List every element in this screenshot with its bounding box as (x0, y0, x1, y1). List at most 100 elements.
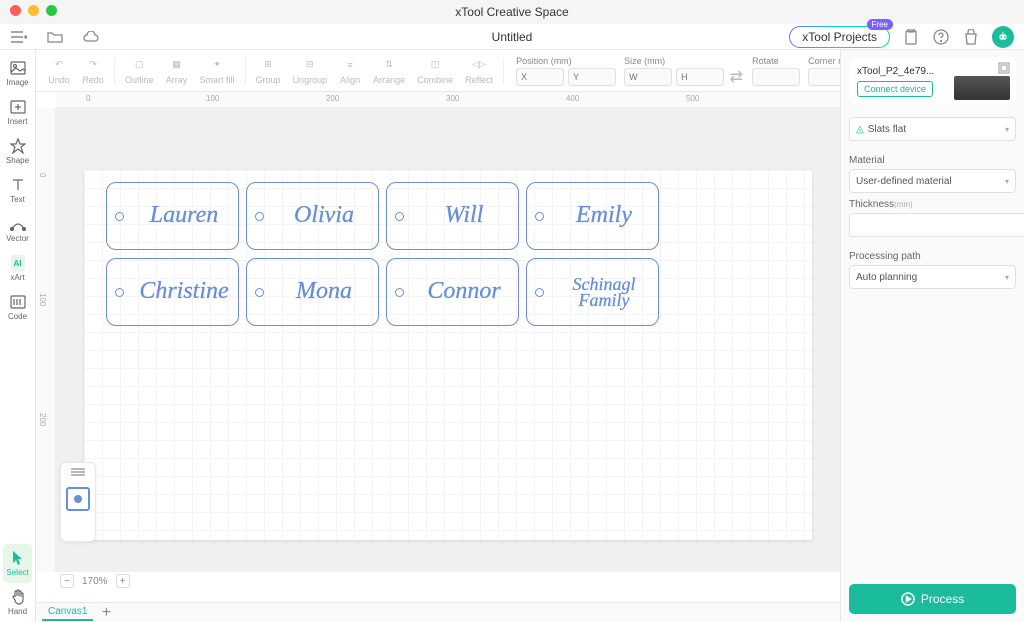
ruler-mark: 500 (686, 94, 699, 103)
clipboard-icon[interactable] (902, 28, 920, 46)
folder-icon[interactable] (46, 28, 64, 46)
ruler-mark: 0 (38, 173, 47, 177)
canvas-tab[interactable]: Canvas1 (42, 604, 93, 621)
user-avatar[interactable] (992, 26, 1014, 48)
shape-icon (10, 138, 26, 154)
sidebar-select[interactable]: Select (3, 544, 32, 583)
sidebar-vector[interactable]: Vector (0, 210, 35, 249)
left-sidebar: Image Insert Shape Text Vector AIxArt Co… (0, 50, 36, 622)
hole-icon (535, 212, 544, 221)
ruler-vertical: 0 100 200 (36, 108, 56, 572)
undo-button[interactable]: ↶Undo (42, 57, 76, 85)
sidebar-image[interactable]: Image (0, 54, 35, 93)
tool-label: Group (256, 75, 281, 85)
material-value: User-defined material (856, 176, 952, 187)
arrange-icon: ⇅ (385, 57, 393, 73)
tool-label: Smart fill (200, 75, 235, 85)
ungroup-icon: ⊟ (306, 57, 314, 73)
group-button[interactable]: ⊞ Group (250, 57, 287, 85)
sidebar-insert[interactable]: Insert (0, 93, 35, 132)
group-icon: ⊞ (264, 57, 272, 73)
size-h-input[interactable] (676, 68, 724, 86)
connect-device-button[interactable]: Connect device (857, 81, 933, 97)
redo-button[interactable]: ↷Redo (76, 57, 110, 85)
sidebar-shape[interactable]: Shape (0, 132, 35, 171)
rotate-input[interactable] (752, 68, 800, 86)
maximize-window-button[interactable] (46, 5, 57, 16)
arrange-button[interactable]: ⇅Arrange (367, 57, 411, 85)
combine-button[interactable]: ◫Combine (411, 57, 459, 85)
tag-object[interactable]: Lauren (106, 182, 239, 250)
processing-select[interactable]: Auto planning ▾ (849, 265, 1016, 289)
canvas[interactable]: Lauren Olivia Will Emily Christine Mona … (84, 170, 812, 540)
combine-icon: ◫ (431, 57, 440, 73)
ruler-mark: 100 (38, 293, 47, 306)
tag-object[interactable]: Emily (526, 182, 659, 250)
sidebar-label: Vector (6, 234, 29, 243)
lock-aspect-icon[interactable]: ⇄ (728, 68, 744, 86)
rotate-label: Rotate (752, 56, 800, 66)
reflect-button[interactable]: ◁▷Reflect (459, 57, 499, 85)
position-x-input[interactable] (516, 68, 564, 86)
zoom-out-button[interactable]: − (60, 574, 74, 588)
add-tab-button[interactable]: + (99, 606, 113, 620)
select-icon (11, 550, 25, 566)
thickness-input[interactable] (849, 213, 1024, 237)
size-group: Size (mm) ⇄ (624, 56, 744, 86)
tool-label: Redo (82, 75, 104, 85)
zoom-level: 170% (82, 576, 108, 587)
position-group: Position (mm) (516, 56, 616, 86)
position-y-input[interactable] (568, 68, 616, 86)
material-select[interactable]: User-defined material ▾ (849, 169, 1016, 193)
bed-type-value: Slats flat (868, 124, 906, 135)
layers-header-icon (69, 467, 87, 481)
device-card: xTool_P2_4e79... Connect device (849, 58, 1016, 105)
smartfill-button[interactable]: ✦Smart fill (194, 57, 241, 85)
cloud-icon[interactable] (82, 28, 100, 46)
minimize-window-button[interactable] (28, 5, 39, 16)
free-badge: Free (867, 19, 893, 30)
projects-button[interactable]: xTool Projects Free (789, 26, 890, 48)
hole-icon (115, 212, 124, 221)
tag-object[interactable]: Will (386, 182, 519, 250)
document-name[interactable]: Untitled (492, 30, 533, 44)
shop-icon[interactable] (962, 28, 980, 46)
layers-panel[interactable] (60, 462, 96, 542)
zoom-in-button[interactable]: + (116, 574, 130, 588)
tag-text: Will (410, 205, 518, 227)
layer-item[interactable] (66, 487, 90, 511)
hole-icon (395, 212, 404, 221)
image-icon (10, 60, 26, 76)
menu-icon[interactable] (10, 28, 28, 46)
tag-object[interactable]: Schinagl Family (526, 258, 659, 326)
process-button[interactable]: Process (849, 584, 1016, 614)
tool-label: Outline (125, 75, 154, 85)
size-w-input[interactable] (624, 68, 672, 86)
sidebar-text[interactable]: Text (0, 171, 35, 210)
help-icon[interactable] (932, 28, 950, 46)
tag-object[interactable]: Mona (246, 258, 379, 326)
array-button[interactable]: ▦Array (160, 57, 194, 85)
bed-type-select[interactable]: ◬Slats flat ▾ (849, 117, 1016, 141)
chevron-down-icon: ▾ (1005, 177, 1009, 186)
size-label: Size (mm) (624, 56, 744, 66)
tag-object[interactable]: Connor (386, 258, 519, 326)
hand-icon (11, 589, 25, 605)
array-icon: ▦ (172, 57, 181, 73)
tag-object[interactable]: Christine (106, 258, 239, 326)
sidebar-label: Shape (6, 156, 29, 165)
expand-icon[interactable] (998, 62, 1010, 74)
sidebar-label: Hand (8, 607, 27, 616)
tag-object[interactable]: Olivia (246, 182, 379, 250)
sidebar-xart[interactable]: AIxArt (0, 249, 35, 288)
canvas-viewport[interactable]: Lauren Olivia Will Emily Christine Mona … (56, 108, 840, 572)
sidebar-code[interactable]: Code (0, 288, 35, 327)
sidebar-hand[interactable]: Hand (0, 583, 35, 622)
align-button[interactable]: ≡Align (333, 57, 367, 85)
outline-button[interactable]: ▢ Outline (119, 57, 160, 85)
vector-icon (10, 216, 26, 232)
outline-icon: ▢ (135, 57, 144, 73)
ungroup-button[interactable]: ⊟Ungroup (287, 57, 334, 85)
tag-text: Emily (550, 205, 658, 227)
close-window-button[interactable] (10, 5, 21, 16)
